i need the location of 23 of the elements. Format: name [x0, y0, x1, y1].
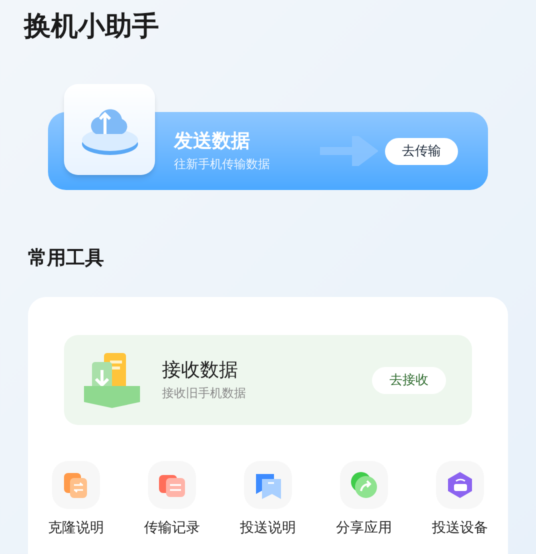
tool-button[interactable] — [340, 461, 388, 509]
send-title: 发送数据 — [174, 130, 251, 154]
tool-button[interactable] — [436, 461, 484, 509]
tool-label: 投送设备 — [432, 518, 488, 537]
send-card[interactable]: 发送数据 往新手机传输数据 去传输 — [48, 84, 488, 190]
section-title: 常用工具 — [28, 247, 104, 271]
page-title: 换机小助手 — [24, 10, 159, 43]
tool-label: 传输记录 — [144, 518, 200, 537]
tool-button[interactable] — [52, 461, 100, 509]
tool-label: 克隆说明 — [48, 518, 104, 537]
receive-card[interactable]: 接收数据 接收旧手机数据 去接收 — [64, 335, 472, 425]
share-icon — [349, 470, 379, 500]
tool-label: 投送说明 — [240, 518, 296, 537]
tool-label: 分享应用 — [336, 518, 392, 537]
transfer-button[interactable]: 去传输 — [385, 138, 458, 164]
tool-button[interactable] — [244, 461, 292, 509]
receive-button[interactable]: 去接收 — [372, 366, 446, 394]
tool-button[interactable] — [148, 461, 196, 509]
receive-title: 接收数据 — [162, 359, 239, 383]
receive-subtitle: 接收旧手机数据 — [162, 385, 246, 402]
send-subtitle: 往新手机传输数据 — [174, 156, 270, 173]
inbox-icon — [82, 350, 142, 410]
arrow-icon — [318, 136, 378, 166]
